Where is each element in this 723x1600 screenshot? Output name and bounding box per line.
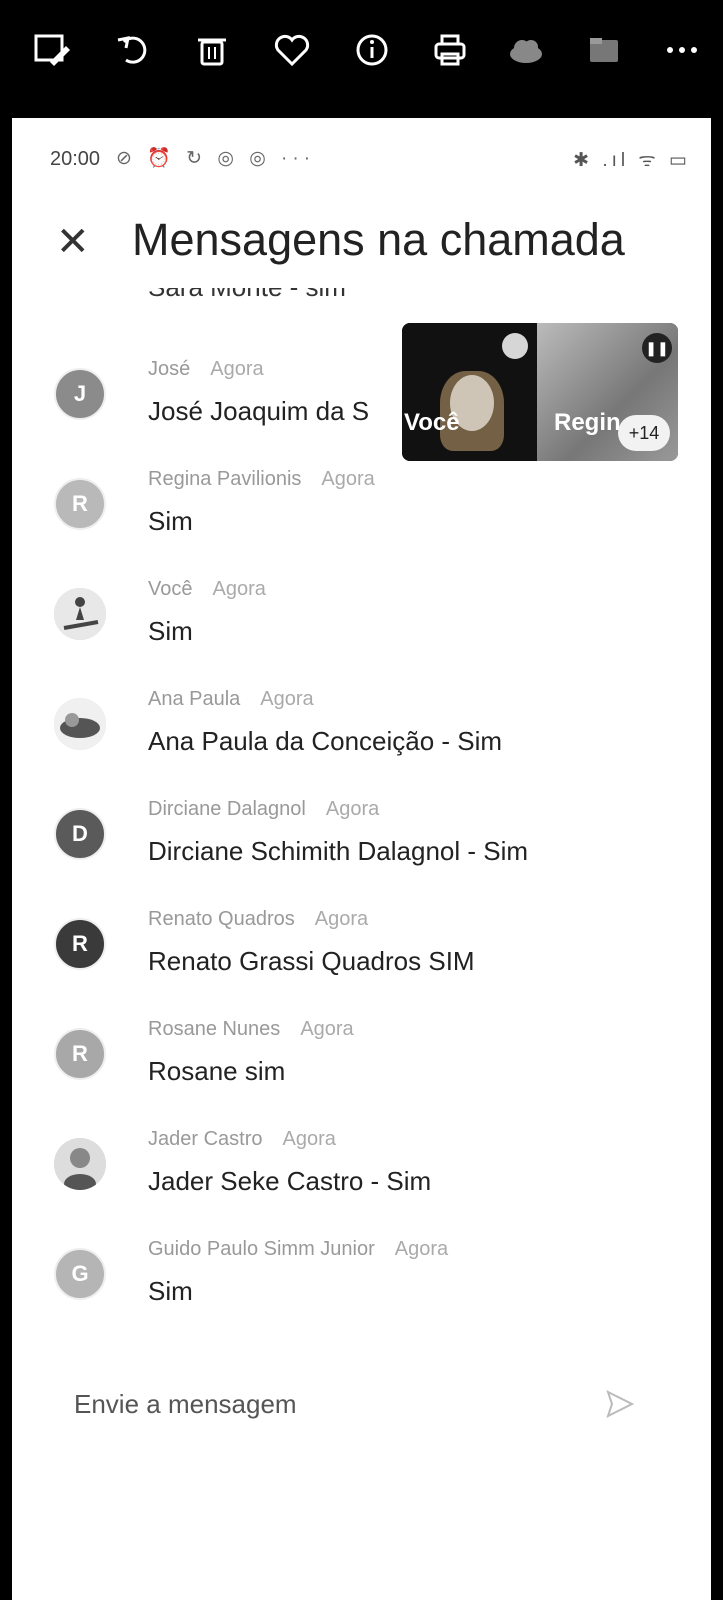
list-item: R Renato Quadros Agora Renato Grassi Quad… [12,908,711,1018]
avatar: G [54,1248,106,1300]
list-item: Jader Castro Agora Jader Seke Castro - Si… [12,1128,711,1238]
avatar [54,1138,106,1190]
message-text: Dirciane Schimith Dalagnol - Sim [148,836,529,866]
message-text: Sara Monte - sim [148,288,346,303]
self-video-tile [402,323,537,461]
page-title: Mensagens na chamada [132,214,625,265]
participant-tile-label: Regin [554,409,621,436]
message-sender: Renato Quadros Agora [148,908,368,931]
self-tile-label: Você [404,409,460,436]
info-icon[interactable] [350,28,394,72]
sender-name: Jader Castro [148,1128,263,1150]
sender-name: Renato Quadros [148,908,295,930]
speaking-indicator-icon: ❚❚ [642,333,672,363]
avatar: R [54,918,106,970]
avatar: D [54,808,106,860]
message-sender: Você Agora [148,578,266,601]
avatar: R [54,1028,106,1080]
avatar: R [54,478,106,530]
message-time: Agora [260,688,314,710]
message-text: Sim [148,1276,193,1306]
image-viewer-toolbar [0,0,723,118]
edit-image-icon[interactable] [30,28,74,72]
message-sender: José Agora [148,358,264,381]
message-sender: Dirciane Dalagnol Agora [148,798,379,821]
trash-icon[interactable] [190,28,234,72]
message-time: Agora [282,1128,336,1150]
message-text: José Joaquim da S [148,396,370,426]
message-sender: Rosane Nunes Agora [148,1018,354,1041]
message-time: Agora [325,798,380,820]
list-item: G Guido Paulo Simm Junior Agora Sim [12,1238,711,1348]
message-composer [12,1368,711,1448]
photo-avatar-icon [54,698,106,750]
message-text: Jader Seke Castro - Sim [148,1166,432,1196]
close-icon[interactable]: ✕ [56,222,90,262]
message-text: Renato Grassi Quadros SIM [148,946,475,976]
status-time: 20:00 [50,148,101,170]
status-bar: 20:00 ⊘ ⏰ ↻ ◎ ◎ ··· ✱ .ıl ᯤ ▭ [12,118,711,198]
message-input[interactable] [72,1378,596,1430]
message-time: Agora [314,908,369,930]
message-time: Agora [212,578,266,600]
participant-count-badge: +14 [618,415,670,451]
message-sender: Jader Castro Agora [148,1128,336,1151]
message-text: Sim [148,616,193,646]
sender-name: Você [148,578,193,600]
sender-name: Guido Paulo Simm Junior [148,1238,375,1260]
rotate-icon[interactable] [112,28,156,72]
message-text: Rosane sim [148,1056,286,1086]
snowboarder-avatar-icon [54,588,106,640]
sender-name: Regina Pavilionis [148,468,302,490]
phone-screenshot: 20:00 ⊘ ⏰ ↻ ◎ ◎ ··· ✱ .ıl ᯤ ▭ ✕ Mensagen… [12,118,711,1600]
list-item: Ana Paula Agora Ana Paula da Conceição - … [12,688,711,798]
list-item: R Rosane Nunes Agora Rosane sim [12,1018,711,1128]
call-pip-preview[interactable]: Você Regin ❚❚ +14 [402,323,678,461]
folder-icon[interactable] [582,28,626,72]
list-item: R Regina Pavilionis Agora Sim [12,468,711,578]
message-text: Ana Paula da Conceição - Sim [148,726,503,756]
avatar [54,698,106,750]
cloud-icon[interactable] [504,28,548,72]
notification-icons: ⊘ ⏰ ↻ ◎ ◎ ··· [116,148,316,169]
message-text: Sim [148,506,193,536]
chat-header: ✕ Mensagens na chamada [12,208,711,288]
avatar [54,588,106,640]
message-time: Agora [210,358,264,380]
message-sender: Ana Paula Agora [148,688,314,711]
avatar: J [54,368,106,420]
list-item: D Dirciane Dalagnol Agora Dirciane Schimi… [12,798,711,908]
list-item: Você Agora Sim [12,578,711,688]
more-icon[interactable] [660,28,704,72]
send-icon[interactable] [604,1388,636,1420]
sender-name: José [148,358,191,380]
message-sender: Regina Pavilionis Agora [148,468,375,491]
sender-name: Rosane Nunes [148,1018,281,1040]
print-icon[interactable] [428,28,472,72]
mic-off-icon [502,333,528,359]
heart-icon[interactable] [270,28,314,72]
system-icons: ✱ .ıl ᯤ ▭ [573,150,691,171]
sender-name: Ana Paula [148,688,241,710]
message-time: Agora [394,1238,449,1260]
message-time: Agora [300,1018,354,1040]
sender-name: Dirciane Dalagnol [148,798,306,820]
person-photo-avatar-icon [54,1138,106,1190]
message-sender: Guido Paulo Simm Junior Agora [148,1238,448,1261]
message-time: Agora [321,468,375,490]
